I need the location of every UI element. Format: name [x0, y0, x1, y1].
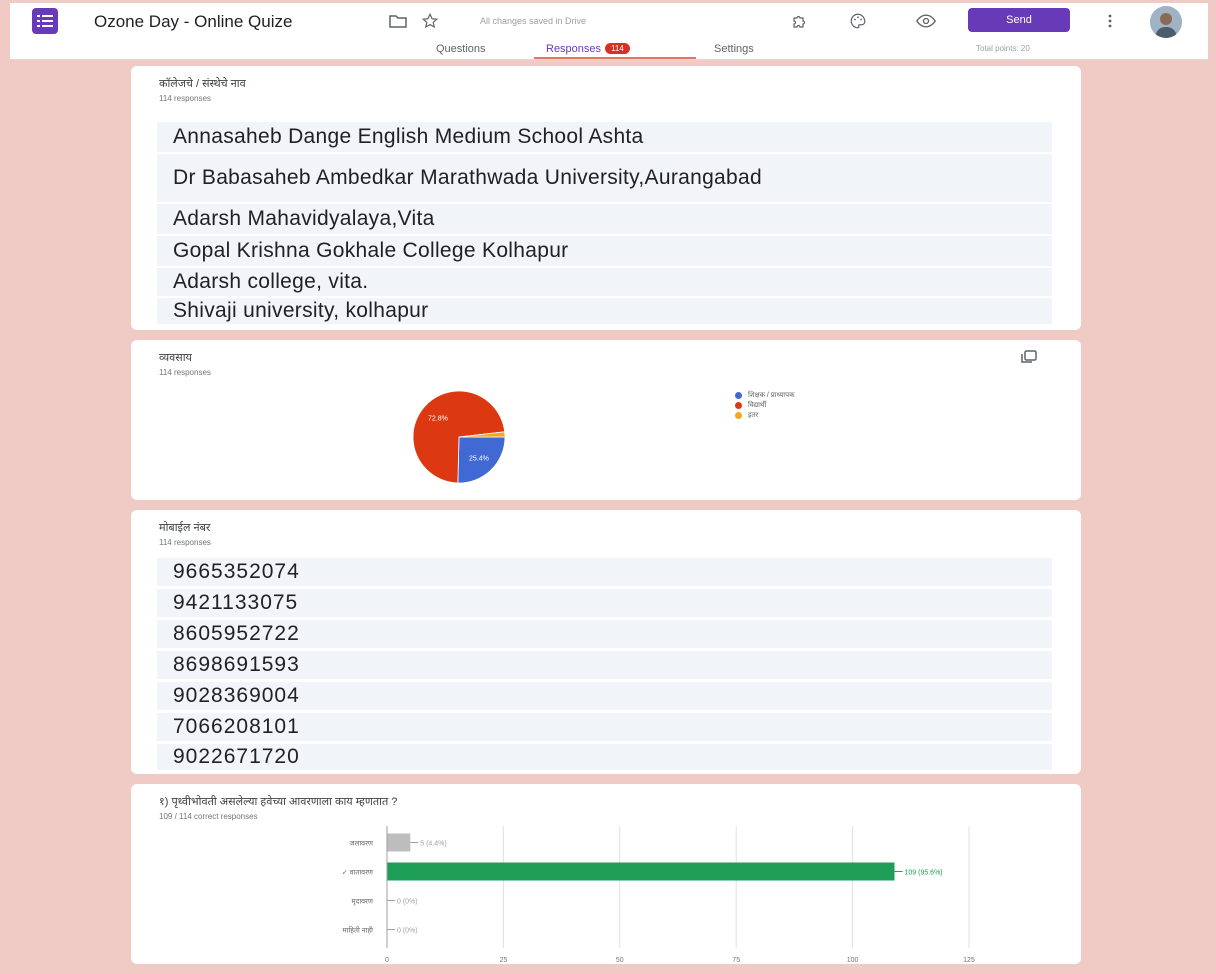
list-item: Dr Babasaheb Ambedkar Marathwada Univers… — [157, 154, 1052, 202]
x-tick-label: 125 — [963, 957, 975, 964]
palette-icon[interactable] — [848, 11, 868, 31]
tab-settings[interactable]: Settings — [714, 43, 754, 55]
occupation-question-card: व्यवसाय 114 responses 25.4% 72.8% शिक्षक … — [131, 340, 1081, 500]
tab-responses-label: Responses — [546, 43, 602, 55]
occupation-pie-chart: 25.4% 72.8% — [412, 390, 506, 484]
send-button[interactable]: Send — [968, 8, 1070, 32]
bar — [387, 833, 411, 852]
forms-logo-icon[interactable] — [32, 8, 58, 34]
response-text: 8698691593 — [173, 653, 300, 676]
category-label: माहिती नाही — [342, 926, 373, 935]
x-tick-label: 75 — [732, 957, 740, 964]
legend-label: विद्यार्थी — [748, 401, 767, 409]
bar — [387, 862, 895, 881]
x-tick-label: 50 — [616, 957, 624, 964]
legend-dot — [735, 411, 742, 419]
x-tick-label: 100 — [847, 957, 859, 964]
legend-item: विद्यार्थी — [735, 400, 794, 410]
addon-puzzle-icon[interactable] — [790, 11, 810, 31]
preview-eye-icon[interactable] — [916, 11, 936, 31]
response-count: 114 responses — [159, 538, 211, 547]
bar-data-label: 5 (4.4%) — [420, 841, 446, 848]
tab-settings-label: Settings — [714, 43, 754, 55]
mobile-question-card: मोबाईल नंबर 114 responses 9665352074 942… — [131, 510, 1081, 774]
response-text: Shivaji university, kolhapur — [173, 299, 429, 322]
quiz-bar-chart: 0 25 50 75 100 125 जलावरण 5 (4.4%) ✓ वातावरण 109 … — [342, 826, 975, 964]
category-label: जलावरण — [349, 841, 374, 848]
response-text: 9421133075 — [173, 591, 299, 614]
pie-data-label: 72.8% — [428, 416, 448, 423]
tab-questions[interactable]: Questions — [436, 43, 486, 55]
star-icon[interactable] — [420, 11, 440, 31]
quiz-question-card: १) पृथ्वीभोवती असलेल्या हवेच्या आवरणाला … — [131, 784, 1081, 964]
bar-data-label: 0 (0%) — [397, 899, 418, 906]
list-item: 9665352074 — [157, 558, 1052, 586]
tab-questions-label: Questions — [436, 43, 486, 55]
response-text: 8605952722 — [173, 622, 300, 645]
response-text: Adarsh Mahavidyalaya,Vita — [173, 207, 435, 230]
list-item: 9028369004 — [157, 682, 1052, 710]
chart-legend: शिक्षक / प्राध्यापक विद्यार्थी इतर — [735, 390, 794, 420]
save-status: All changes saved in Drive — [480, 16, 587, 26]
legend-label: इतर — [748, 411, 759, 419]
question-title: कॉलेजचे / संस्थेचे नाव — [159, 78, 246, 90]
list-item: Adarsh college, vita. — [157, 268, 1052, 296]
list-item: 7066208101 — [157, 713, 1052, 741]
bar-data-label: 109 (95.6%) — [905, 870, 943, 877]
folder-icon[interactable] — [388, 11, 408, 31]
response-text: 7066208101 — [173, 715, 300, 738]
list-item: Gopal Krishna Gokhale College Kolhapur — [157, 236, 1052, 266]
response-count: 114 responses — [159, 94, 211, 103]
response-text: Dr Babasaheb Ambedkar Marathwada Univers… — [173, 166, 762, 189]
bar-data-label: 0 (0%) — [397, 928, 418, 935]
response-text: Adarsh college, vita. — [173, 270, 369, 293]
legend-item: इतर — [735, 410, 794, 420]
response-text: Annasaheb Dange English Medium School As… — [173, 125, 644, 148]
college-question-card: कॉलेजचे / संस्थेचे नाव 114 responses Ann… — [131, 66, 1081, 330]
x-tick-label: 0 — [385, 957, 389, 964]
list-item: Shivaji university, kolhapur — [157, 298, 1052, 324]
legend-label: शिक्षक / प्राध्यापक — [748, 391, 795, 399]
list-item: 8698691593 — [157, 651, 1052, 679]
response-text: 9028369004 — [173, 684, 300, 707]
tabs-bar: Questions Responses 114 Settings Total po… — [10, 41, 1208, 59]
response-text: 9022671720 — [173, 745, 300, 768]
form-title[interactable]: Ozone Day - Online Quize — [94, 12, 292, 32]
avatar[interactable] — [1150, 6, 1182, 38]
responses-count-badge: 114 — [605, 43, 630, 54]
question-title: १) पृथ्वीभोवती असलेल्या हवेच्या आवरणाला … — [159, 796, 398, 808]
pie-data-label: 25.4% — [469, 455, 489, 462]
legend-dot — [735, 401, 742, 409]
more-vert-icon[interactable] — [1100, 11, 1120, 31]
legend-item: शिक्षक / प्राध्यापक — [735, 390, 794, 400]
x-tick-label: 25 — [500, 957, 508, 964]
category-label: मृदावरण — [351, 899, 373, 906]
list-item: 9421133075 — [157, 589, 1052, 617]
response-text: 9665352074 — [173, 560, 300, 583]
list-item: Adarsh Mahavidyalaya,Vita — [157, 204, 1052, 234]
total-points: Total points: 20 — [976, 44, 1030, 53]
question-title: मोबाईल नंबर — [159, 522, 211, 534]
tab-responses[interactable]: Responses 114 — [546, 43, 630, 55]
list-item: 8605952722 — [157, 620, 1052, 648]
copy-chart-icon[interactable] — [1021, 350, 1037, 369]
category-label: ✓ वातावरण — [342, 870, 374, 877]
legend-dot — [735, 391, 742, 399]
response-count: 114 responses — [159, 368, 211, 377]
response-text: Gopal Krishna Gokhale College Kolhapur — [173, 239, 569, 262]
list-item: Annasaheb Dange English Medium School As… — [157, 122, 1052, 152]
list-item: 9022671720 — [157, 744, 1052, 770]
form-header: Ozone Day - Online Quize All changes sav… — [10, 3, 1208, 60]
active-tab-indicator — [534, 57, 696, 59]
question-title: व्यवसाय — [159, 352, 192, 364]
